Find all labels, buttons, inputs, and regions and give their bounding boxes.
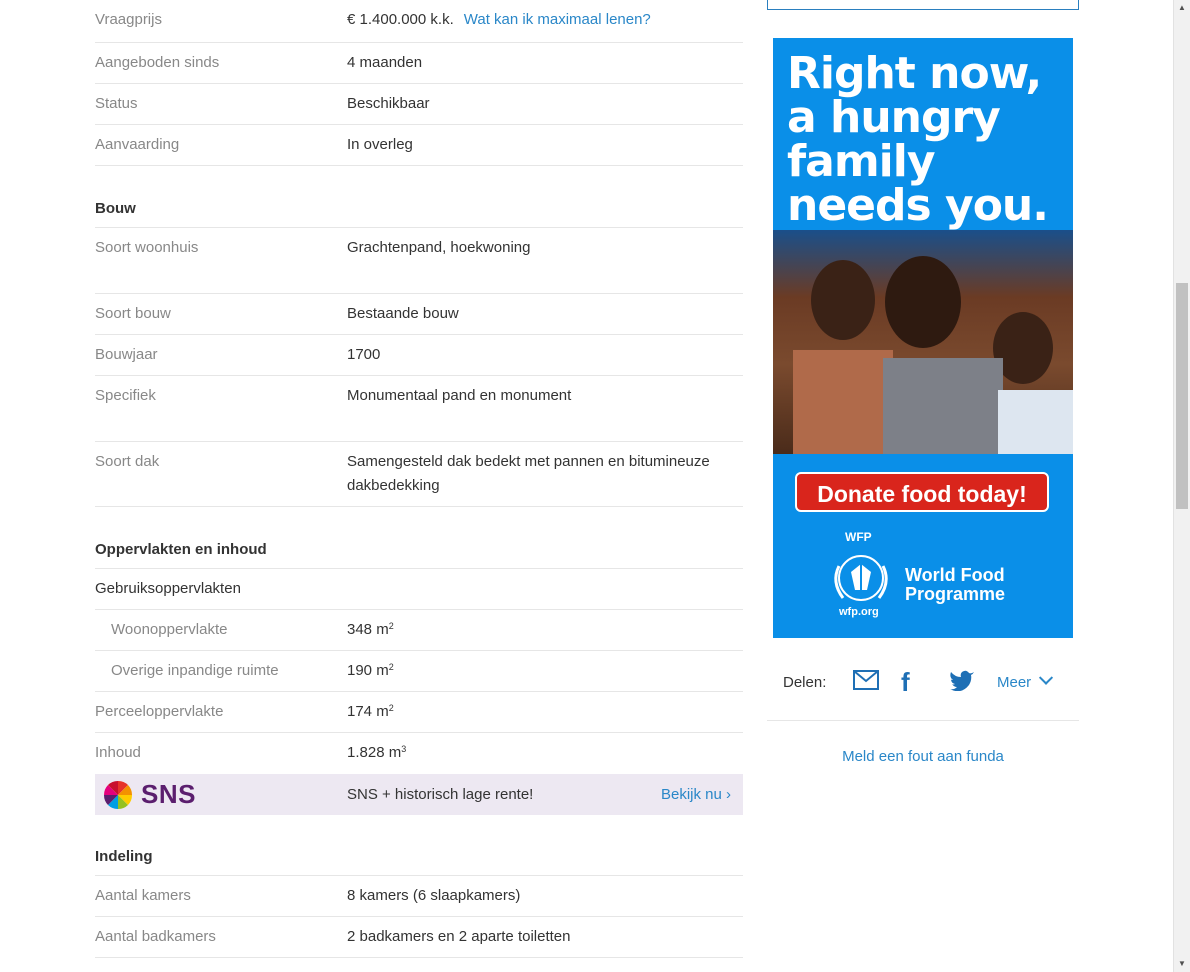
detail-row: Bouwjaar 1700 <box>95 335 743 376</box>
detail-row: Perceeloppervlakte 174 m2 <box>95 692 743 733</box>
detail-value: Beschikbaar <box>347 95 430 112</box>
detail-row: Aangeboden sinds 4 maanden <box>95 43 743 84</box>
share-bar: Delen: f Meer <box>783 660 1079 704</box>
scroll-up-arrow-icon[interactable]: ▲ <box>1174 0 1190 16</box>
detail-row: Inhoud 1.828 m3 <box>95 733 743 774</box>
donate-button[interactable]: Donate food today! <box>795 472 1049 512</box>
detail-value: 190 m2 <box>347 662 394 679</box>
detail-row: Soort dak Samengesteld dak bedekt met pa… <box>95 442 743 507</box>
detail-label: Status <box>95 95 138 112</box>
detail-row: Overige inpandige ruimte 190 m2 <box>95 651 743 692</box>
detail-label: Aantal kamers <box>95 887 191 904</box>
detail-label: Vraagprijs <box>95 11 162 28</box>
detail-row: Aantal kamers 8 kamers (6 slaapkamers) <box>95 876 743 917</box>
max-loan-link[interactable]: Wat kan ik maximaal lenen? <box>464 11 651 28</box>
detail-row: Status Beschikbaar <box>95 84 743 125</box>
scrollbar[interactable]: ▲ ▼ <box>1173 0 1190 972</box>
main-content: Vraagprijs € 1.400.000 k.k. Wat kan ik ma… <box>95 0 743 958</box>
report-error-link[interactable]: Meld een fout aan funda <box>767 748 1079 765</box>
asking-price: € 1.400.000 k.k. <box>347 11 454 28</box>
detail-value: 4 maanden <box>347 54 423 71</box>
share-label: Delen: <box>783 673 827 691</box>
detail-label: Aanvaarding <box>95 136 180 153</box>
wfp-logo: WFP wfp.org World Food Programme <box>825 528 1025 618</box>
detail-value: Samengesteld dak bedekt met pannen en bi… <box>347 453 710 494</box>
detail-label: Soort bouw <box>95 305 171 322</box>
wfp-name: World Food Programme <box>905 565 1006 604</box>
section-title-indeling: Indeling <box>95 815 743 876</box>
section-title-oppervlakten: Oppervlakten en inhoud <box>95 507 743 569</box>
sns-cta-link[interactable]: Bekijk nu › <box>661 786 743 803</box>
detail-row: Soort bouw Bestaande bouw <box>95 294 743 335</box>
detail-row: Aanvaarding In overleg <box>95 125 743 166</box>
detail-row: Vraagprijs € 1.400.000 k.k. Wat kan ik ma… <box>95 0 743 43</box>
mail-icon[interactable] <box>853 670 901 694</box>
detail-row: Woonoppervlakte 348 m2 <box>95 610 743 651</box>
scroll-thumb[interactable] <box>1176 283 1188 509</box>
detail-label: Perceeloppervlakte <box>95 703 224 720</box>
sns-pinwheel-icon <box>103 780 133 809</box>
family-photo-illustration <box>793 256 1073 454</box>
wfp-emblem-icon <box>834 555 888 601</box>
detail-label: Aangeboden sinds <box>95 54 220 71</box>
sns-logo: SNS <box>95 779 347 810</box>
detail-value: 348 m2 <box>347 621 394 638</box>
detail-value: Monumentaal pand en monument <box>347 387 572 404</box>
detail-value: Grachtenpand, hoekwoning <box>347 239 531 256</box>
section-title-bouw: Bouw <box>95 166 743 228</box>
detail-label: Bouwjaar <box>95 346 158 363</box>
detail-value: 174 m2 <box>347 703 394 720</box>
ad-headline: Right now, a hungry family needs you. <box>787 48 1049 231</box>
detail-value: 1.828 m3 <box>347 744 407 761</box>
sns-ad-banner[interactable]: SNS SNS + historisch lage rente! Bekijk … <box>95 774 743 815</box>
sns-brand: SNS <box>141 779 196 809</box>
detail-label: Aantal badkamers <box>95 928 216 945</box>
detail-label: Woonoppervlakte <box>111 621 228 638</box>
detail-label: Soort dak <box>95 453 160 470</box>
detail-value: In overleg <box>347 136 413 153</box>
ad-family-photo <box>773 230 1073 454</box>
divider <box>767 720 1079 721</box>
twitter-icon[interactable] <box>949 669 985 695</box>
detail-row: Specifiek Monumentaal pand en monument <box>95 376 743 442</box>
detail-value: 8 kamers (6 slaapkamers) <box>347 887 521 904</box>
chevron-down-icon <box>1039 670 1054 685</box>
sidebar-top-box <box>767 0 1079 10</box>
detail-label: Soort woonhuis <box>95 239 199 256</box>
detail-value: 2 badkamers en 2 aparte toiletten <box>347 928 571 945</box>
detail-value: Bestaande bouw <box>347 305 459 322</box>
wfp-ad[interactable]: Right now, a hungry family needs you. Do… <box>773 38 1073 638</box>
detail-label: Specifiek <box>95 387 156 404</box>
scroll-down-arrow-icon[interactable]: ▼ <box>1174 956 1190 972</box>
detail-row: Soort woonhuis Grachtenpand, hoekwoning <box>95 228 743 294</box>
detail-value: 1700 <box>347 346 381 363</box>
detail-row: Aantal badkamers 2 badkamers en 2 aparte… <box>95 917 743 958</box>
facebook-icon[interactable]: f <box>901 669 949 695</box>
detail-label: Inhoud <box>95 744 141 761</box>
sns-message: SNS + historisch lage rente! <box>347 786 534 803</box>
share-more-button[interactable]: Meer <box>997 670 1054 691</box>
detail-row: Gebruiksoppervlakten <box>95 569 743 610</box>
detail-group-label: Gebruiksoppervlakten <box>95 580 241 597</box>
detail-label: Overige inpandige ruimte <box>111 662 279 679</box>
